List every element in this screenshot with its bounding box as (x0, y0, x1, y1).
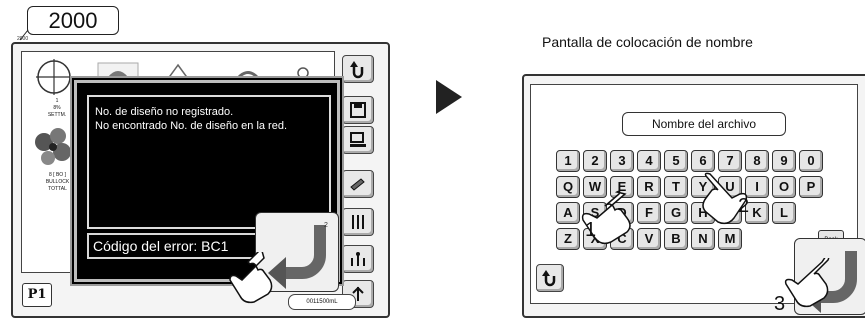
edit-icon (350, 178, 365, 191)
key-5[interactable]: 5 (664, 150, 688, 172)
key-6[interactable]: 6 (691, 150, 715, 172)
step-number-1: 1 (585, 219, 596, 241)
network-button[interactable] (342, 126, 374, 154)
floral-design-icon (35, 128, 71, 165)
key-b[interactable]: B (664, 228, 688, 250)
play-triangle-icon (436, 80, 462, 114)
keyboard-return-button[interactable] (536, 264, 564, 292)
key-g[interactable]: G (664, 202, 688, 224)
key-7[interactable]: 7 (718, 150, 742, 172)
svg-text:2: 2 (324, 222, 328, 229)
return-icon (542, 270, 556, 287)
key-3[interactable]: 3 (610, 150, 634, 172)
name-screen-caption: Pantalla de colocación de nombre (542, 34, 753, 50)
stitch-counter: 0011500mL (288, 294, 356, 310)
key-0[interactable]: 0 (799, 150, 823, 172)
key-o[interactable]: O (772, 176, 796, 198)
thread-icon (352, 215, 364, 229)
hand-pointer-step-2: 2 (702, 172, 749, 225)
key-l[interactable]: L (772, 202, 796, 224)
thread-button[interactable] (342, 208, 374, 236)
tree-icon (351, 252, 365, 266)
screen-number-callout: 2000 (27, 6, 119, 35)
key-p[interactable]: P (799, 176, 823, 198)
error-message-box: No. de diseño no registrado. No encontra… (87, 95, 331, 229)
network-icon (350, 132, 366, 147)
key-t[interactable]: T (664, 176, 688, 198)
error-message: No. de diseño no registrado. No encontra… (95, 106, 288, 132)
filename-field[interactable]: Nombre del archivo (622, 112, 786, 136)
key-9[interactable]: 9 (772, 150, 796, 172)
key-2[interactable]: 2 (583, 150, 607, 172)
save-icon (350, 102, 366, 118)
hand-pointer-icon (229, 252, 273, 304)
tree-button[interactable] (342, 245, 374, 273)
key-4[interactable]: 4 (637, 150, 661, 172)
key-f[interactable]: F (637, 202, 661, 224)
key-r[interactable]: R (637, 176, 661, 198)
key-8[interactable]: 8 (745, 150, 769, 172)
save-button[interactable] (342, 96, 374, 124)
step-number-3: 3 (774, 293, 785, 315)
key-1[interactable]: 1 (556, 150, 580, 172)
key-v[interactable]: V (637, 228, 661, 250)
return-button[interactable] (342, 55, 374, 83)
step-number-2: 2 (738, 195, 749, 217)
hand-pointer-step-3: 3 (774, 258, 830, 315)
return-icon (350, 61, 364, 79)
hand-pointer-step-1: 1 (581, 190, 631, 245)
page-indicator: P1 (22, 283, 52, 307)
edit-button[interactable] (342, 170, 374, 198)
